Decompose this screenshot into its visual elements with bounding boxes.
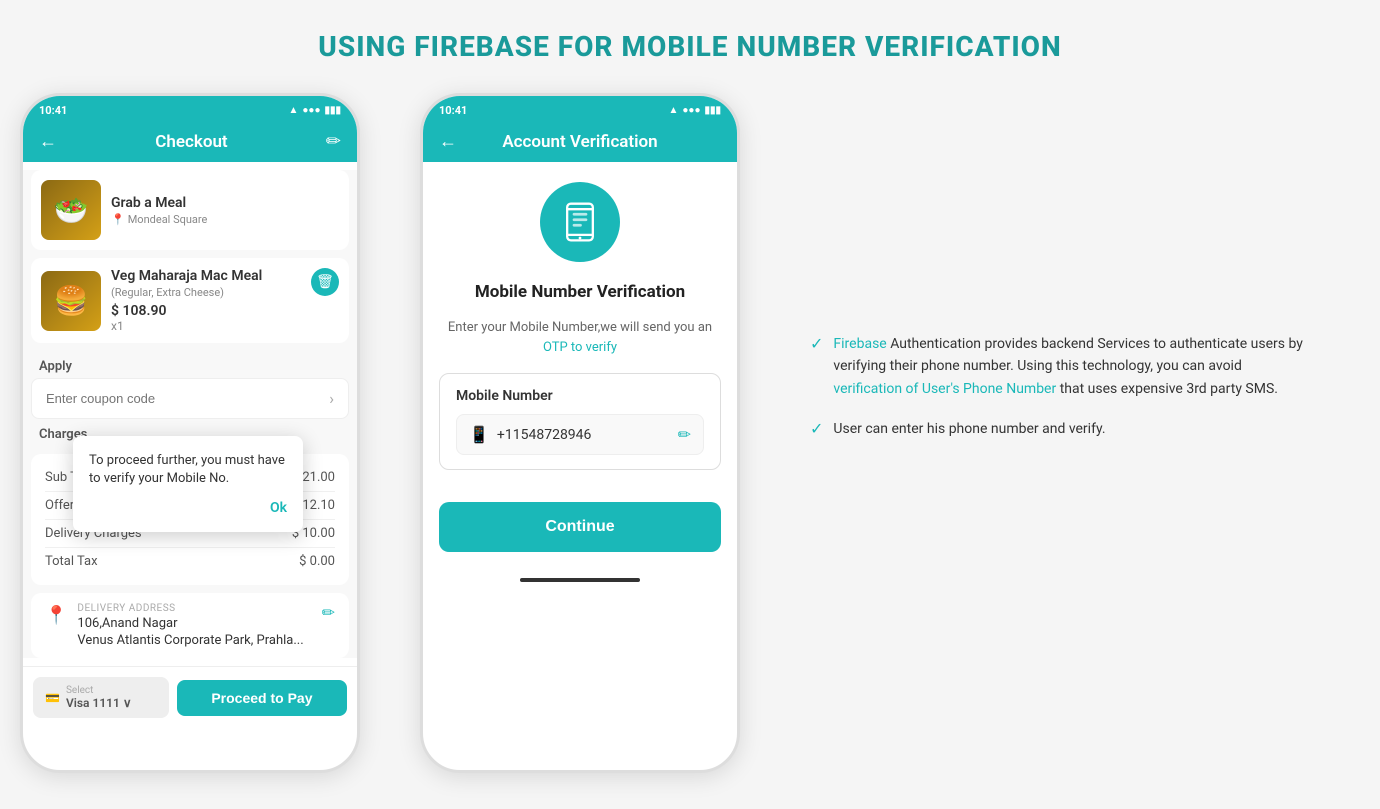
nav-bar-2: ← Account Verification	[423, 121, 737, 162]
wifi-icon-2: ▲	[668, 105, 678, 116]
phone2-content: Mobile Number Verification Enter your Mo…	[423, 162, 737, 612]
meal-name-1: Grab a Meal	[111, 195, 339, 211]
otp-link[interactable]: OTP to verify	[543, 340, 617, 355]
payment-select-label: Select	[66, 685, 132, 696]
meal-location-1: 📍 Mondeal Square	[111, 213, 339, 226]
mobile-phone-icon: 📱	[469, 425, 489, 444]
address-label: DELIVERY ADDRESS	[77, 603, 311, 614]
mobile-input-row: 📱 +11548728946 ✏	[456, 414, 704, 455]
time-2: 10:41	[439, 104, 467, 117]
nav-title-2: Account Verification	[502, 132, 657, 152]
wifi-icon: ▲	[288, 105, 298, 116]
phone-1-mockup: 10:41 ▲ ●●● ▮▮▮ ← Checkout ✏ 🥗 Grab a Me…	[20, 93, 360, 773]
address-edit-icon[interactable]: ✏	[322, 603, 335, 622]
verification-icon-circle	[540, 182, 620, 262]
meal-img-1: 🥗	[41, 180, 101, 240]
meal-desc-2: (Regular, Extra Cheese)	[111, 286, 339, 299]
verification-subtitle: Enter your Mobile Number,we will send yo…	[448, 318, 712, 357]
popup-message: To proceed further, you must have to ver…	[89, 452, 287, 488]
payment-select[interactable]: 💳 Select Visa 1111 ∨	[33, 677, 169, 718]
status-bar-2: 10:41 ▲ ●●● ▮▮▮	[423, 96, 737, 121]
info-text-1: Firebase Authentication provides backend…	[833, 333, 1310, 400]
phone-verification-icon	[558, 200, 602, 244]
address-section: 📍 DELIVERY ADDRESS 106,Anand Nagar Venus…	[31, 593, 349, 658]
location-pin-icon: 📍	[111, 213, 125, 226]
meal-info-1: Grab a Meal 📍 Mondeal Square	[111, 195, 339, 226]
time-1: 10:41	[39, 104, 67, 117]
signal-icon-2: ●●●	[682, 105, 700, 116]
status-bar-1: 10:41 ▲ ●●● ▮▮▮	[23, 96, 357, 121]
check-icon-1: ✓	[810, 334, 823, 353]
info-list: ✓ Firebase Authentication provides backe…	[810, 333, 1360, 441]
nav-title-1: Checkout	[155, 132, 227, 152]
apply-label: Apply	[23, 351, 357, 378]
meal-img-2: 🍔	[41, 271, 101, 331]
address-line1: 106,Anand Nagar	[77, 616, 311, 631]
back-icon-2[interactable]: ←	[439, 131, 457, 152]
meal-price-2: $ 108.90	[111, 303, 339, 319]
edit-mobile-button[interactable]: ✏	[678, 425, 691, 444]
info-item-1: ✓ Firebase Authentication provides backe…	[810, 333, 1310, 400]
meal-qty-2: x1	[111, 319, 339, 333]
popup-ok-button[interactable]: Ok	[89, 500, 287, 516]
address-content: DELIVERY ADDRESS 106,Anand Nagar Venus A…	[77, 603, 311, 648]
coupon-arrow-icon: ›	[329, 389, 334, 408]
status-icons-2: ▲ ●●● ▮▮▮	[668, 105, 721, 116]
meal-card-2: 🍔 Veg Maharaja Mac Meal (Regular, Extra …	[31, 258, 349, 343]
continue-button[interactable]: Continue	[439, 502, 721, 552]
nav-bar-1: ← Checkout ✏	[23, 121, 357, 162]
info-item-2: ✓ User can enter his phone number and ve…	[810, 418, 1310, 440]
battery-icon-2: ▮▮▮	[704, 105, 721, 116]
info-section: ✓ Firebase Authentication provides backe…	[770, 93, 1360, 441]
meal-card-1: 🥗 Grab a Meal 📍 Mondeal Square	[31, 170, 349, 250]
connector-line	[737, 476, 740, 478]
delete-meal-button[interactable]: 🗑	[311, 268, 339, 296]
check-icon-2: ✓	[810, 419, 823, 438]
edit-icon-1[interactable]: ✏	[326, 131, 341, 152]
meal-info-2: Veg Maharaja Mac Meal (Regular, Extra Ch…	[111, 268, 339, 333]
mobile-number-label: Mobile Number	[456, 388, 704, 404]
verification-title: Mobile Number Verification	[475, 282, 685, 302]
address-line2: Venus Atlantis Corporate Park, Prahla...	[77, 633, 311, 648]
location-icon: 📍	[45, 605, 67, 626]
meal-name-2: Veg Maharaja Mac Meal	[111, 268, 339, 284]
bottom-bar-1: 💳 Select Visa 1111 ∨ Proceed to Pay	[23, 666, 357, 728]
phone1-content: 🥗 Grab a Meal 📍 Mondeal Square 🍔 Veg Mah…	[23, 170, 357, 658]
coupon-input[interactable]	[46, 391, 319, 406]
page-title: USING FIREBASE FOR MOBILE NUMBER VERIFIC…	[318, 30, 1061, 63]
proceed-to-pay-button[interactable]: Proceed to Pay	[177, 680, 347, 716]
mobile-number-box: Mobile Number 📱 +11548728946 ✏	[439, 373, 721, 470]
coupon-row: ›	[31, 378, 349, 419]
signal-icon: ●●●	[302, 105, 320, 116]
phone-2-mockup: 10:41 ▲ ●●● ▮▮▮ ← Account Verification	[420, 93, 740, 773]
payment-sub-label: Visa 1111 ∨	[66, 696, 132, 710]
back-icon-1[interactable]: ←	[39, 131, 57, 152]
mobile-number-value: +11548728946	[497, 427, 670, 443]
charge-row-tax: Total Tax $ 0.00	[45, 548, 335, 575]
home-indicator-2	[520, 578, 640, 582]
card-icon: 💳	[45, 691, 60, 705]
battery-icon: ▮▮▮	[324, 105, 341, 116]
status-icons-1: ▲ ●●● ▮▮▮	[288, 105, 341, 116]
verify-popup: To proceed further, you must have to ver…	[73, 436, 303, 532]
info-text-2: User can enter his phone number and veri…	[833, 418, 1105, 440]
